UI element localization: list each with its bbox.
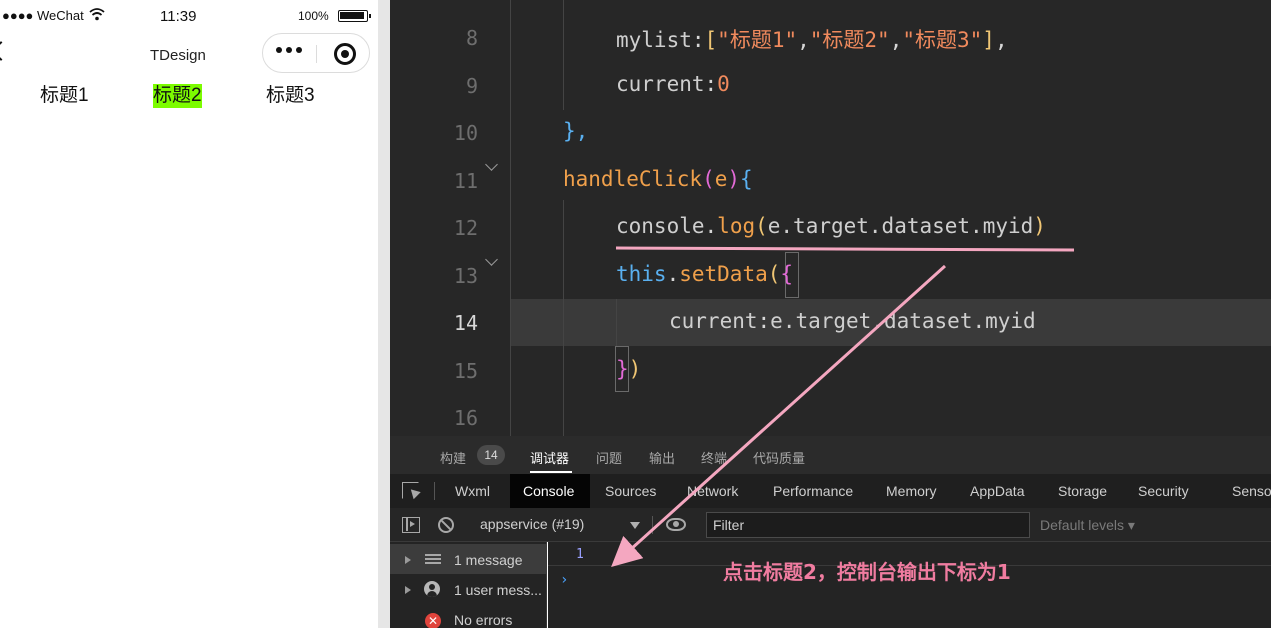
- status-time: 11:39: [160, 8, 197, 25]
- panel-tab-bar: 构建 14 调试器 问题 输出 终端 代码质量: [390, 436, 1271, 474]
- expand-triangle-icon[interactable]: [405, 556, 411, 564]
- tab-security[interactable]: Security: [1138, 483, 1189, 499]
- line-number: 11: [453, 169, 478, 193]
- tab-output[interactable]: 输出: [649, 448, 675, 467]
- sidebar-item-label: No errors: [454, 612, 513, 628]
- tab-sensor[interactable]: Sensor: [1232, 483, 1271, 499]
- back-chevron-icon[interactable]: [0, 41, 11, 61]
- line-number: 8: [465, 26, 478, 50]
- console-sidebar: 1 message 1 user mess... ✕ No errors: [390, 542, 547, 628]
- tab-problems[interactable]: 问题: [596, 448, 622, 467]
- sidebar-toggle-icon[interactable]: [402, 517, 420, 533]
- sidebar-item-messages[interactable]: 1 message: [390, 544, 547, 574]
- indent-guide: [563, 0, 564, 110]
- code-line-12: console.log(e.target.dataset.myid): [616, 214, 1046, 238]
- menu-capsule: [262, 33, 370, 73]
- filter-input[interactable]: [706, 512, 1030, 538]
- nav-bar: TDesign: [0, 30, 380, 76]
- line-number: 12: [453, 216, 478, 240]
- expand-triangle-icon[interactable]: [405, 586, 411, 594]
- sidebar-item-user-messages[interactable]: 1 user mess...: [390, 574, 547, 604]
- error-icon: ✕: [425, 613, 441, 628]
- line-number: 9: [465, 74, 478, 98]
- active-tab-underline: [530, 471, 572, 473]
- tab-code-quality[interactable]: 代码质量: [753, 448, 805, 467]
- tab-console[interactable]: Console: [523, 483, 574, 499]
- record-close-icon[interactable]: [334, 43, 356, 65]
- nav-title: TDesign: [150, 47, 206, 64]
- toolbar-separator: [652, 516, 653, 534]
- tab-wxml[interactable]: Wxml: [455, 483, 490, 499]
- page-tabs: 标题1 标题2 标题3: [0, 84, 380, 110]
- tab-performance[interactable]: Performance: [773, 483, 853, 499]
- console-output[interactable]: 1 ›: [548, 542, 1271, 628]
- prompt-chevron-icon[interactable]: ›: [560, 572, 568, 588]
- sidebar-item-errors[interactable]: ✕ No errors: [390, 604, 547, 628]
- tab-terminal[interactable]: 终端: [701, 448, 727, 467]
- indent-guide: [563, 200, 564, 436]
- tab-storage[interactable]: Storage: [1058, 483, 1107, 499]
- sidebar-item-label: 1 user mess...: [454, 582, 542, 598]
- tab-network[interactable]: Network: [687, 483, 738, 499]
- line-number: 16: [453, 406, 478, 430]
- log-value: 1: [576, 547, 584, 562]
- wifi-icon: [89, 8, 105, 21]
- fold-chevron-icon[interactable]: [485, 253, 498, 266]
- chevron-down-icon[interactable]: [630, 522, 640, 529]
- gutter-border: [510, 0, 511, 436]
- more-dots-icon[interactable]: [276, 47, 302, 53]
- line-number-active: 14: [453, 311, 478, 335]
- tab-memory[interactable]: Memory: [886, 483, 937, 499]
- eye-icon[interactable]: [666, 518, 686, 531]
- capsule-divider: [316, 45, 317, 63]
- carrier-label: ●●●● WeChat: [2, 8, 84, 23]
- tab-separator: [434, 482, 435, 500]
- annotation-text: 点击标题2，控制台输出下标为1: [723, 560, 1011, 584]
- code-editor[interactable]: 8 9 10 11 12 13 14 15 16 mylist:["标题1","…: [390, 0, 1271, 436]
- line-number: 13: [453, 264, 478, 288]
- page-tab-3[interactable]: 标题3: [266, 84, 315, 108]
- element-picker-icon[interactable]: [402, 482, 419, 499]
- page-tab-1[interactable]: 标题1: [40, 84, 89, 108]
- code-line-11: handleClick(e){: [563, 167, 753, 191]
- code-line-15: }): [616, 357, 642, 381]
- battery-icon: [338, 10, 371, 22]
- context-select[interactable]: appservice (#19): [480, 516, 584, 532]
- page-tab-2-active[interactable]: 标题2: [153, 84, 202, 108]
- code-line-8: mylist:["标题1","标题2","标题3"],: [616, 28, 1008, 52]
- clear-console-icon[interactable]: [438, 517, 454, 533]
- devtools-tab-bar: Wxml Console Sources Network Performance…: [390, 474, 1271, 508]
- tab-build[interactable]: 构建: [440, 448, 466, 467]
- user-icon: [424, 581, 440, 597]
- code-line-13: this.setData({: [616, 262, 794, 286]
- tab-appdata[interactable]: AppData: [970, 483, 1024, 499]
- log-levels-dropdown[interactable]: Default levels ▾: [1040, 517, 1135, 534]
- indent-guide: [616, 299, 617, 346]
- simulator-divider[interactable]: [378, 0, 390, 628]
- battery-percent: 100%: [298, 9, 329, 23]
- tab-debugger[interactable]: 调试器: [530, 448, 569, 467]
- list-icon: [425, 554, 441, 564]
- fold-chevron-icon[interactable]: [485, 158, 498, 171]
- line-number: 10: [453, 121, 478, 145]
- console-toolbar: appservice (#19) Default levels ▾: [390, 508, 1271, 542]
- code-line-9: current:0: [616, 72, 730, 96]
- build-count-badge: 14: [477, 445, 505, 465]
- code-line-10: },: [563, 119, 589, 143]
- line-number: 15: [453, 359, 478, 383]
- sidebar-item-label: 1 message: [454, 552, 523, 568]
- phone-simulator: ●●●● WeChat 11:39 100% TDesign 标题1 标题2 标…: [0, 0, 380, 628]
- code-line-14: current:e.target.dataset.myid: [669, 309, 1036, 333]
- status-bar: ●●●● WeChat 11:39 100%: [0, 0, 380, 30]
- tab-sources[interactable]: Sources: [605, 483, 656, 499]
